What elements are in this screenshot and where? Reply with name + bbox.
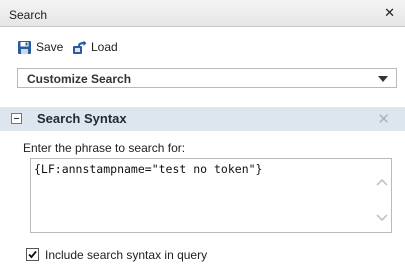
section-close-icon[interactable]: ✕	[377, 110, 390, 128]
search-prompt-label: Enter the phrase to search for:	[23, 141, 186, 155]
search-type-dropdown[interactable]: Customize Search	[17, 68, 397, 88]
chevron-down-icon	[378, 76, 388, 82]
toolbar: Save Load	[0, 28, 405, 64]
checkmark-icon	[28, 250, 37, 259]
load-arrow-icon	[73, 40, 87, 54]
save-disk-icon	[18, 40, 31, 54]
panel-title: Search	[9, 8, 48, 22]
search-phrase-textarea[interactable]: {LF:annstampname="test no token"}	[30, 158, 392, 233]
dropdown-selected-value: Customize Search	[27, 72, 132, 86]
include-syntax-checkbox[interactable]	[26, 248, 39, 261]
search-phrase-value: {LF:annstampname="test no token"}	[34, 162, 263, 176]
save-button[interactable]: Save	[17, 39, 63, 55]
section-title: Search Syntax	[37, 111, 127, 126]
include-syntax-option: Include search syntax in query	[26, 247, 207, 262]
scroll-up-icon[interactable]	[376, 177, 388, 187]
scroll-down-icon[interactable]	[376, 213, 388, 223]
load-label: Load	[91, 40, 118, 54]
include-syntax-label: Include search syntax in query	[45, 247, 208, 262]
search-syntax-section-header: Search Syntax ✕	[0, 107, 405, 131]
save-label: Save	[36, 40, 64, 54]
collapse-toggle-icon[interactable]	[11, 113, 22, 124]
panel-close-button[interactable]: ✕	[384, 6, 395, 20]
load-button[interactable]: Load	[72, 39, 118, 55]
panel-titlebar: Search ✕	[0, 0, 405, 27]
